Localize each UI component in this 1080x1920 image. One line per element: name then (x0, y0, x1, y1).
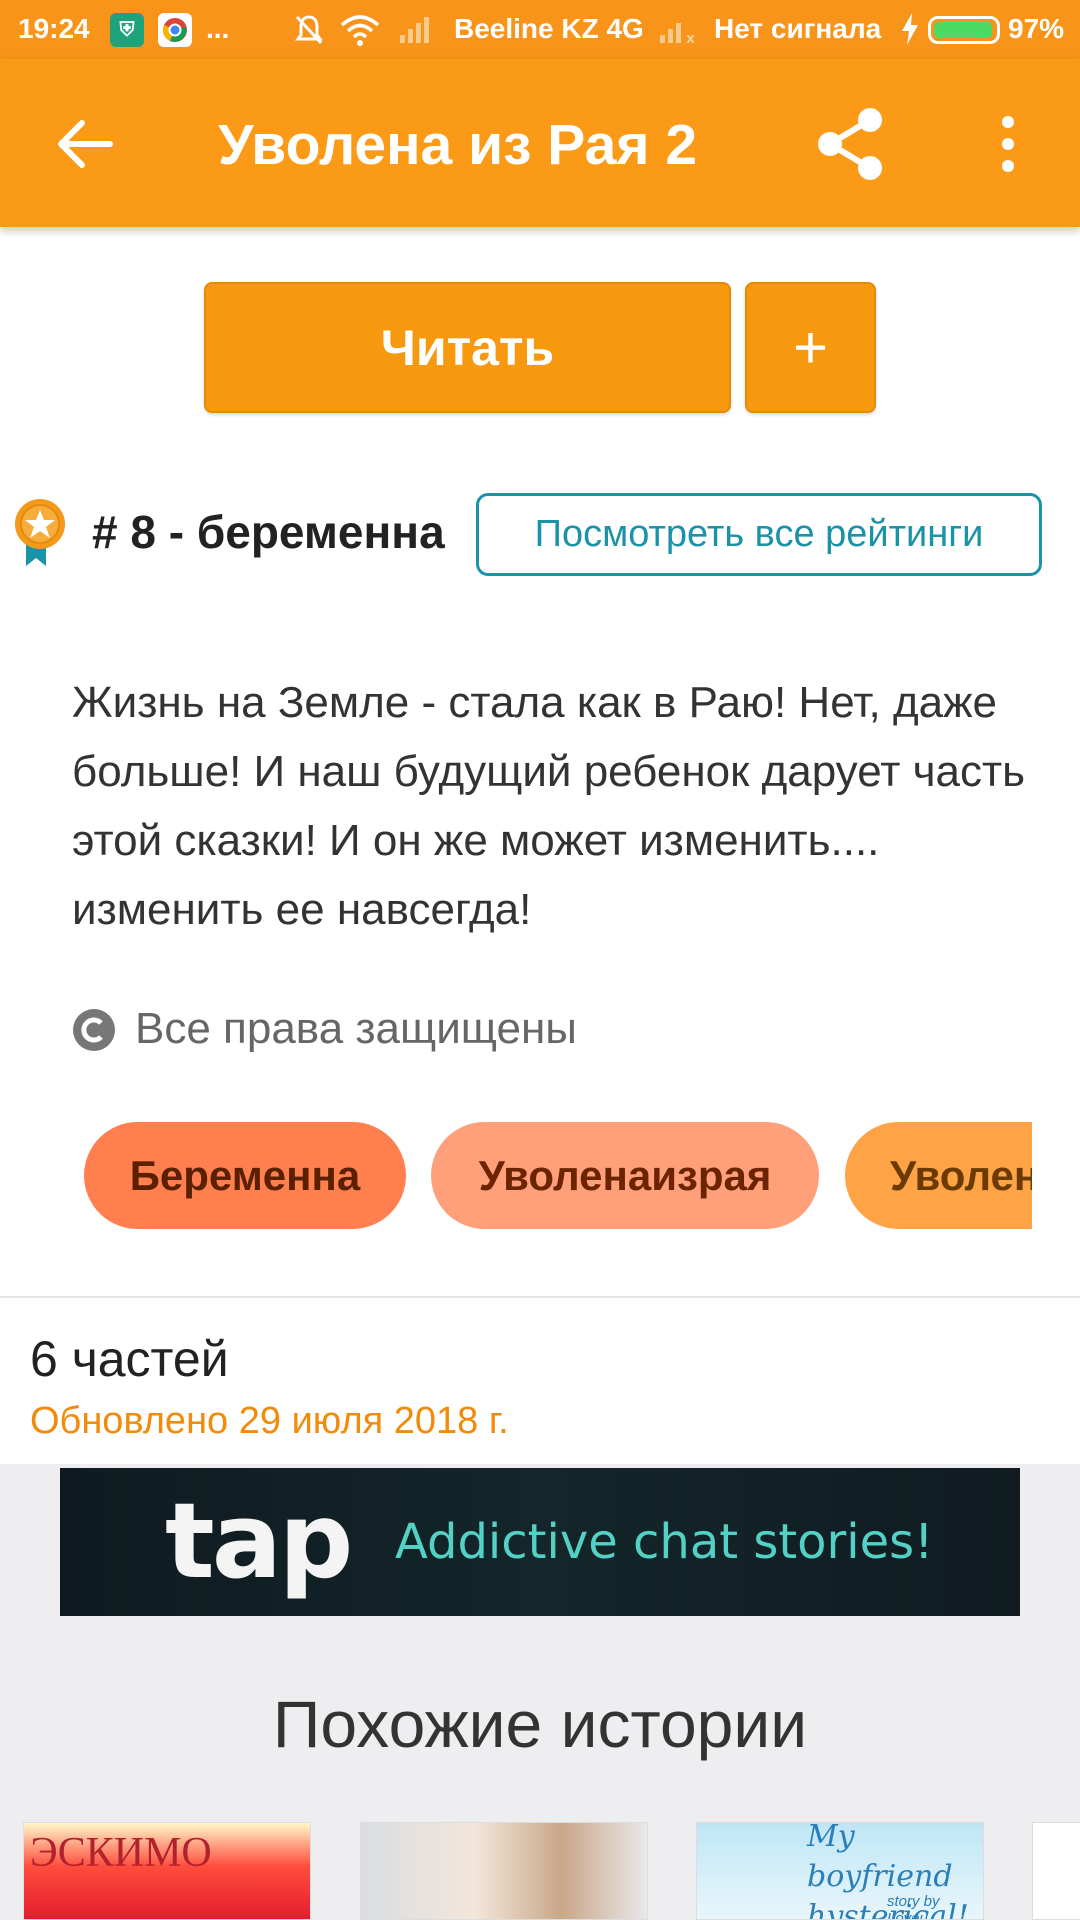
more-notifications-icon: ... (206, 13, 230, 44)
parts-count[interactable]: 6 частей (30, 1330, 229, 1388)
shield-notification-icon: ⛨ (110, 13, 144, 47)
read-button[interactable]: Читать (204, 282, 731, 413)
medal-icon (12, 498, 68, 568)
view-all-rankings-button[interactable]: Посмотреть все рейтинги (476, 493, 1042, 576)
app-bar: Уволена из Рая 2 (0, 59, 1080, 227)
signal-none-icon: x (658, 13, 698, 50)
updated-date: Обновлено 29 июля 2018 г. (30, 1400, 509, 1442)
ad-banner[interactable]: tap Addictive chat stories! (60, 1468, 1020, 1616)
status-bar: 19:24 ⛨ ... Beeline KZ 4G x Нет сигнала … (0, 0, 1080, 59)
similar-story-cover[interactable] (360, 1822, 648, 1920)
status-time: 19:24 (18, 13, 90, 44)
similar-story-cover[interactable] (1032, 1822, 1080, 1920)
tag-chip[interactable]: Уволен (845, 1122, 1032, 1229)
story-title: Уволена из Рая 2 (218, 113, 698, 177)
signal-icon (398, 13, 434, 50)
cover-title: ЭСКИМО (30, 1830, 212, 1876)
mute-icon (292, 13, 326, 54)
add-to-library-button[interactable]: + (745, 282, 876, 413)
no-signal-text: Нет сигнала (714, 13, 882, 44)
similar-story-cover[interactable]: My boyfriend hysterical! story by Loveu (696, 1822, 984, 1920)
chrome-notification-icon (158, 13, 192, 47)
wifi-icon (340, 13, 380, 54)
charging-icon (900, 13, 920, 52)
cover-subtitle: story by Loveu (887, 1893, 940, 1920)
similar-story-cover[interactable]: ЭСКИМО (23, 1822, 311, 1920)
battery-percent: 97% (1008, 13, 1065, 44)
battery-icon (928, 16, 1000, 44)
copyright-icon (72, 1008, 116, 1052)
story-description: Жизнь на Земле - стала как в Раю! Нет, д… (72, 678, 1026, 934)
ad-tagline: Addictive chat stories! (395, 1514, 934, 1570)
more-vert-icon[interactable] (990, 114, 1026, 174)
ad-logo: tap (165, 1480, 353, 1602)
share-icon[interactable] (810, 104, 890, 184)
ranking-text: # 8 - беременна (92, 506, 445, 558)
tag-chip[interactable]: Уволенаизрая (431, 1122, 819, 1229)
tag-list: Беременна Уволенаизрая Уволен (84, 1122, 1032, 1229)
tag-chip[interactable]: Беременна (84, 1122, 406, 1229)
arrow-back-icon[interactable] (50, 109, 120, 179)
copyright-text: Все права защищены (135, 1004, 577, 1053)
svg-text:x: x (686, 31, 695, 43)
divider (0, 1296, 1080, 1298)
similar-stories-title: Похожие истории (272, 1687, 808, 1761)
carrier-name: Beeline KZ 4G (454, 13, 644, 44)
